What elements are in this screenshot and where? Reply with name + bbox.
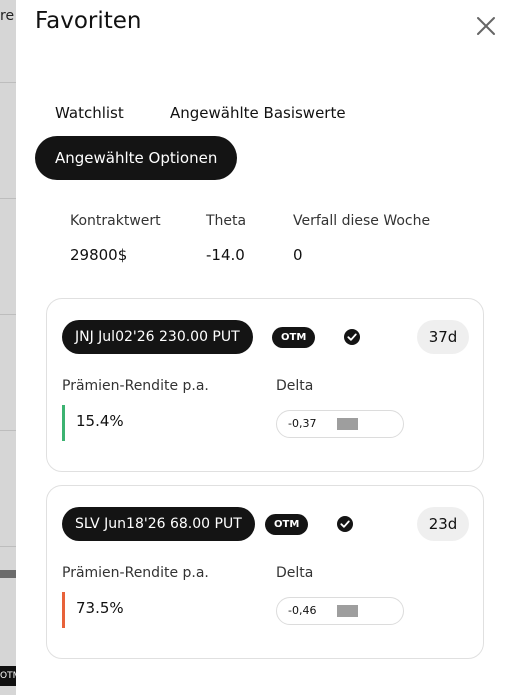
check-circle-icon [337, 516, 353, 532]
tab-watchlist[interactable]: Watchlist [55, 104, 124, 122]
option-name-pill[interactable]: JNJ Jul02'26 230.00 PUT [62, 320, 253, 354]
yield-indicator [62, 592, 65, 628]
summary-value-kontraktwert: 29800$ [70, 246, 128, 264]
otm-badge: OTM [272, 327, 316, 348]
tab-angewaehlte-basiswerte[interactable]: Angewählte Basiswerte [170, 104, 346, 122]
days-to-expiry-badge: 23d [417, 507, 469, 541]
yield-value: 15.4% [76, 412, 124, 430]
delta-value: -0,46 [288, 604, 317, 617]
favorites-panel: Favoriten Watchlist Angewählte Basiswert… [16, 0, 508, 695]
close-icon [477, 17, 495, 35]
delta-bar [337, 605, 358, 617]
delta-label: Delta [276, 378, 314, 394]
summary-label-kontraktwert: Kontraktwert [70, 213, 161, 229]
panel-title: Favoriten [35, 8, 142, 34]
backdrop-text: re [0, 8, 15, 24]
option-card[interactable]: JNJ Jul02'26 230.00 PUT OTM 37d Prämien-… [46, 298, 484, 472]
delta-field: -0,37 [276, 410, 404, 438]
yield-value: 73.5% [76, 599, 124, 617]
delta-field: -0,46 [276, 597, 404, 625]
tab-angewaehlte-optionen[interactable]: Angewählte Optionen [35, 136, 238, 180]
delta-bar [337, 418, 358, 430]
otm-badge: OTM [265, 514, 309, 535]
divider [0, 430, 16, 431]
backdrop-badge: OTM [0, 666, 16, 686]
summary-value-verfall: 0 [293, 246, 303, 264]
option-name-pill[interactable]: SLV Jun18'26 68.00 PUT [62, 507, 255, 541]
backdrop: re OTM [0, 0, 16, 695]
check-circle-icon [344, 329, 360, 345]
summary-value-theta: -14.0 [206, 246, 245, 264]
yield-label: Prämien-Rendite p.a. [62, 565, 209, 581]
days-to-expiry-badge: 37d [417, 320, 469, 354]
divider [0, 314, 16, 315]
option-card[interactable]: SLV Jun18'26 68.00 PUT OTM 23d Prämien-R… [46, 485, 484, 659]
divider [0, 198, 16, 199]
divider [0, 82, 16, 83]
summary-label-verfall: Verfall diese Woche [293, 213, 431, 229]
yield-indicator [62, 405, 65, 441]
delta-value: -0,37 [288, 417, 317, 430]
summary-label-theta: Theta [206, 213, 247, 229]
delta-label: Delta [276, 565, 314, 581]
divider [0, 546, 16, 547]
close-button[interactable] [473, 13, 499, 39]
yield-label: Prämien-Rendite p.a. [62, 378, 209, 394]
backdrop-scrollbar [0, 570, 16, 578]
